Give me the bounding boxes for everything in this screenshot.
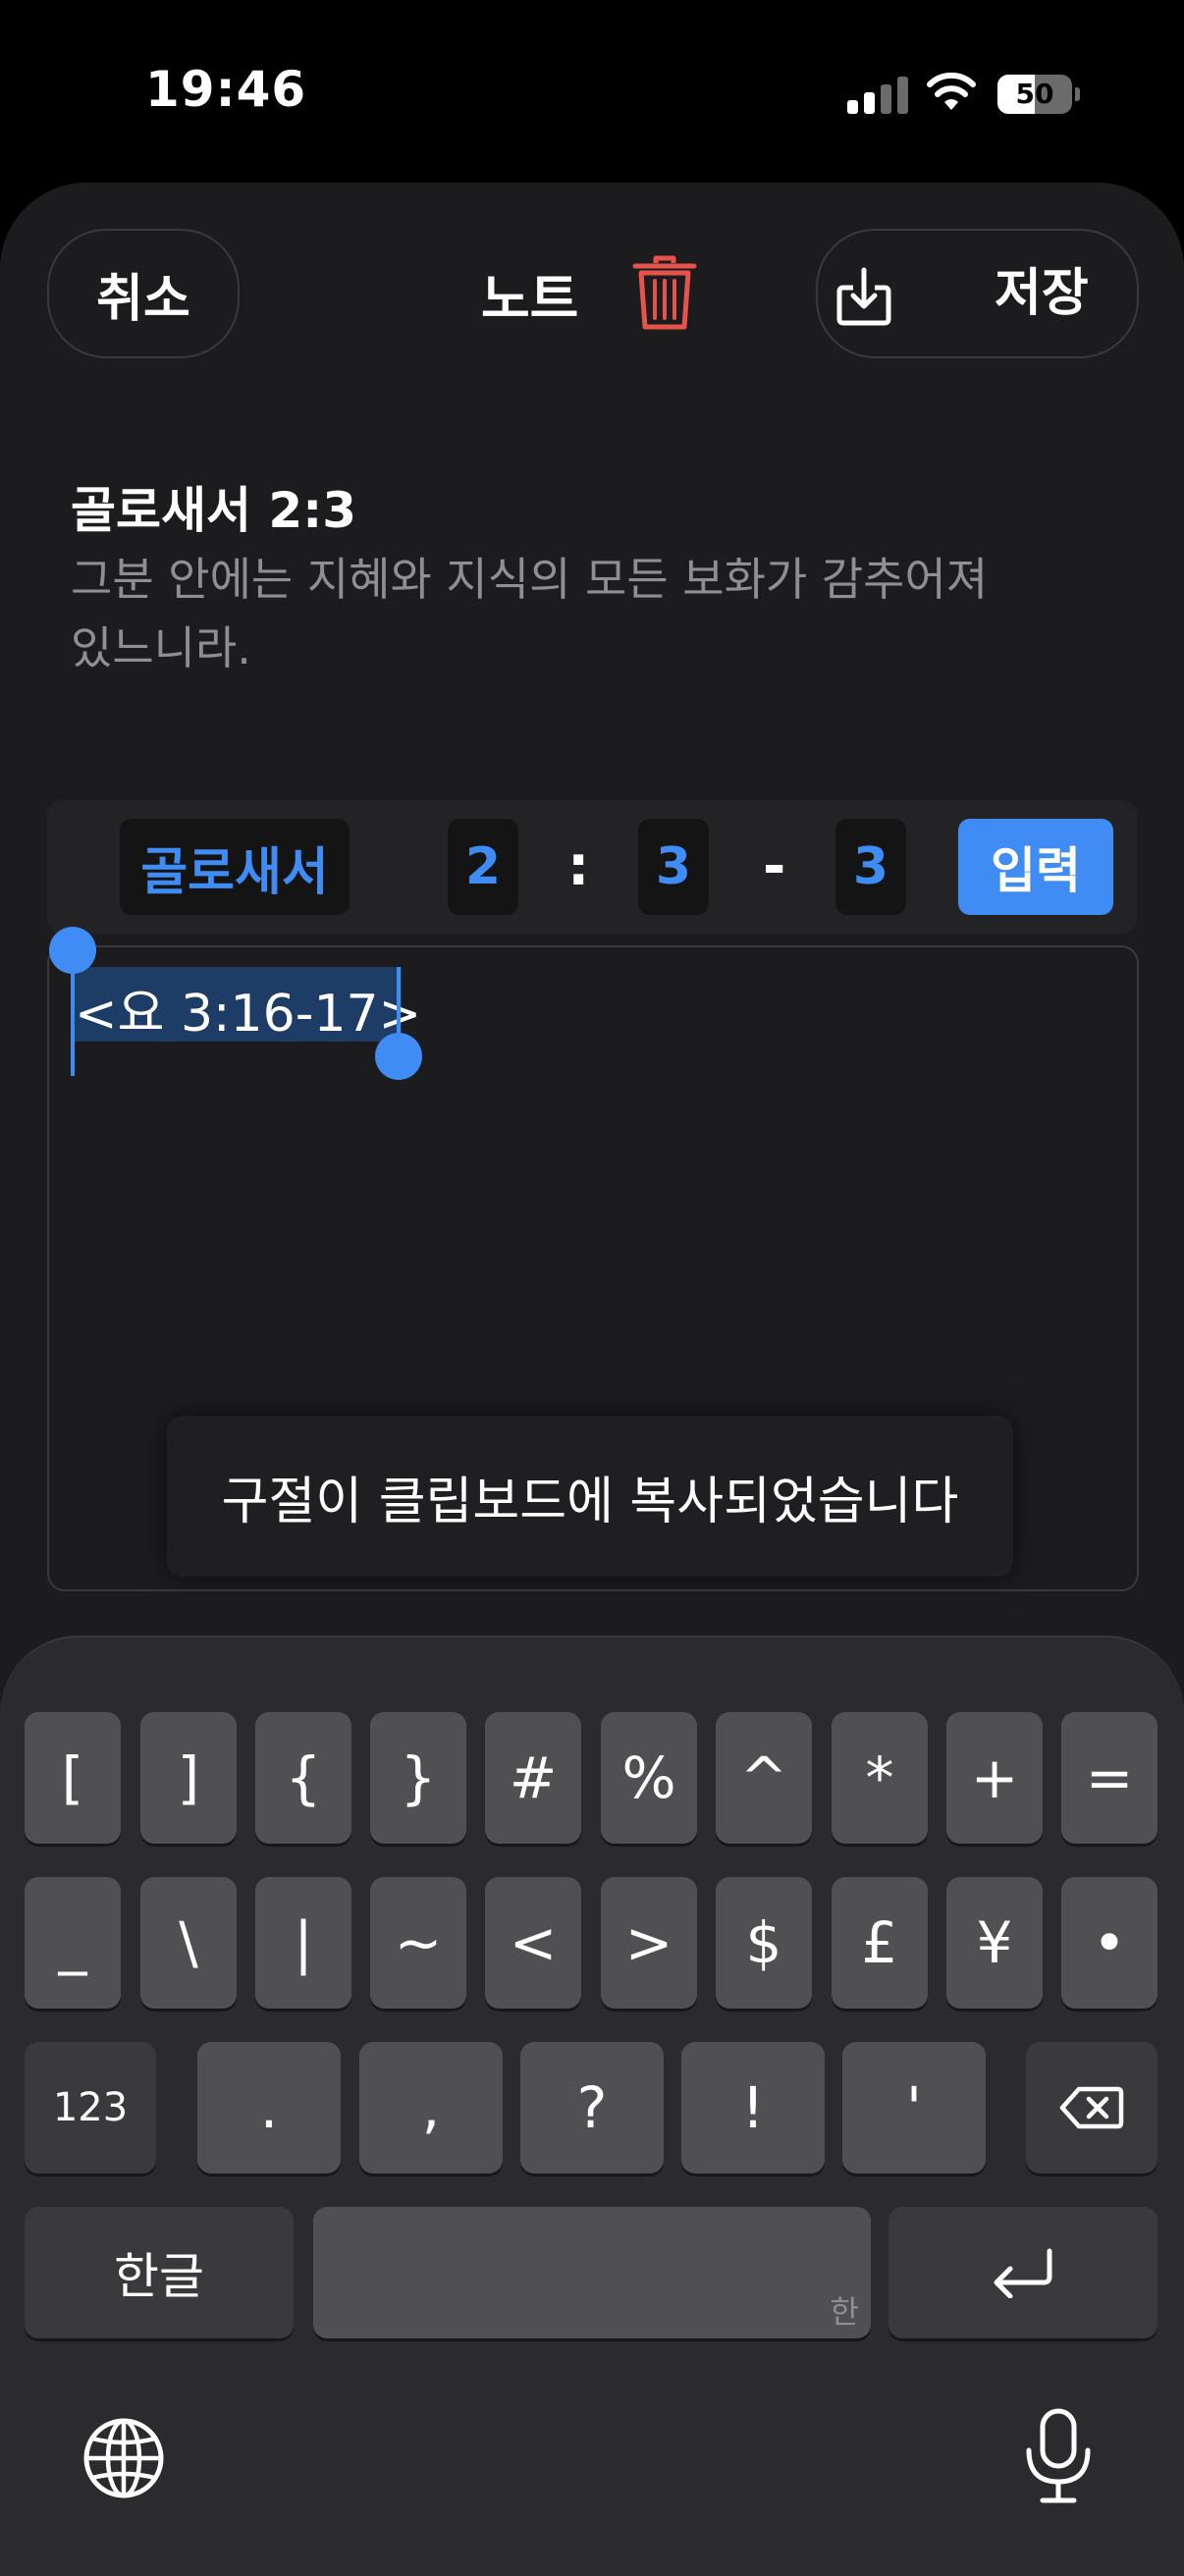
globe-icon[interactable] (82, 2417, 165, 2499)
toast-message: 구절이 클립보드에 복사되었습니다 (167, 1416, 1013, 1577)
key-plus[interactable]: + (946, 1712, 1043, 1844)
key-apostrophe[interactable]: ' (842, 2042, 986, 2174)
status-time: 19:46 (145, 61, 307, 118)
trash-icon[interactable] (632, 255, 697, 332)
key-question[interactable]: ? (520, 2042, 664, 2174)
microphone-icon[interactable] (1023, 2407, 1094, 2505)
book-field[interactable]: 골로새서 (120, 819, 350, 915)
selection-end-knob[interactable] (375, 1033, 422, 1080)
backspace-icon (1059, 2086, 1124, 2129)
key-right-brace[interactable]: } (370, 1712, 466, 1844)
selection-start-knob[interactable] (49, 927, 96, 974)
key-caret[interactable]: ^ (716, 1712, 812, 1844)
selected-text[interactable]: <요 3:16-17> (75, 972, 421, 1046)
key-asterisk[interactable]: * (832, 1712, 928, 1844)
colon-separator: : (567, 834, 590, 898)
key-right-bracket[interactable]: ] (140, 1712, 237, 1844)
key-left-bracket[interactable]: [ (25, 1712, 121, 1844)
key-percent[interactable]: % (601, 1712, 697, 1844)
key-dollar[interactable]: $ (716, 1877, 812, 2009)
key-bullet[interactable]: • (1061, 1877, 1157, 2009)
key-less-than[interactable]: < (485, 1877, 581, 2009)
save-button-group: 저장 (816, 229, 1139, 358)
chapter-field[interactable]: 2 (448, 819, 518, 915)
space-key-hint: 한 (830, 2293, 859, 2331)
dash-separator: - (763, 834, 786, 898)
key-left-brace[interactable]: { (255, 1712, 351, 1844)
key-yen[interactable]: ¥ (946, 1877, 1043, 2009)
save-button[interactable]: 저장 (995, 231, 1089, 356)
key-hash[interactable]: # (485, 1712, 581, 1844)
verse-end-field[interactable]: 3 (835, 819, 906, 915)
key-pound[interactable]: £ (832, 1877, 928, 2009)
battery-level: 50 (1015, 78, 1054, 110)
page-title: 노트 (481, 268, 579, 330)
battery-icon: 50 (997, 75, 1080, 114)
enter-button[interactable]: 입력 (958, 819, 1113, 915)
key-tilde[interactable]: ~ (370, 1877, 466, 2009)
key-greater-than[interactable]: > (601, 1877, 697, 2009)
space-key[interactable]: 한 (313, 2207, 871, 2338)
key-exclamation[interactable]: ! (681, 2042, 825, 2174)
key-backslash[interactable]: \ (140, 1877, 237, 2009)
key-numbers[interactable]: 123 (25, 2042, 156, 2174)
key-period[interactable]: . (197, 2042, 341, 2174)
key-equals[interactable]: = (1061, 1712, 1157, 1844)
key-comma[interactable]: , (359, 2042, 503, 2174)
return-icon (994, 2248, 1052, 2298)
return-key[interactable] (888, 2207, 1157, 2338)
download-icon[interactable] (835, 266, 892, 327)
cancel-button[interactable]: 취소 (47, 229, 240, 358)
wifi-icon (927, 72, 976, 110)
verse-text: 그분 안에는 지혜와 지식의 모든 보화가 감추어져 있느니라. (71, 553, 989, 674)
verse-start-field[interactable]: 3 (638, 819, 709, 915)
verse-reference: 골로새서 2:3 (71, 482, 356, 539)
delete-key[interactable] (1026, 2042, 1157, 2174)
key-underscore[interactable]: _ (25, 1877, 121, 2009)
cellular-signal-icon (847, 77, 908, 114)
selection-end-handle[interactable] (397, 967, 401, 1042)
key-language[interactable]: 한글 (25, 2207, 294, 2338)
key-pipe[interactable]: | (255, 1877, 351, 2009)
